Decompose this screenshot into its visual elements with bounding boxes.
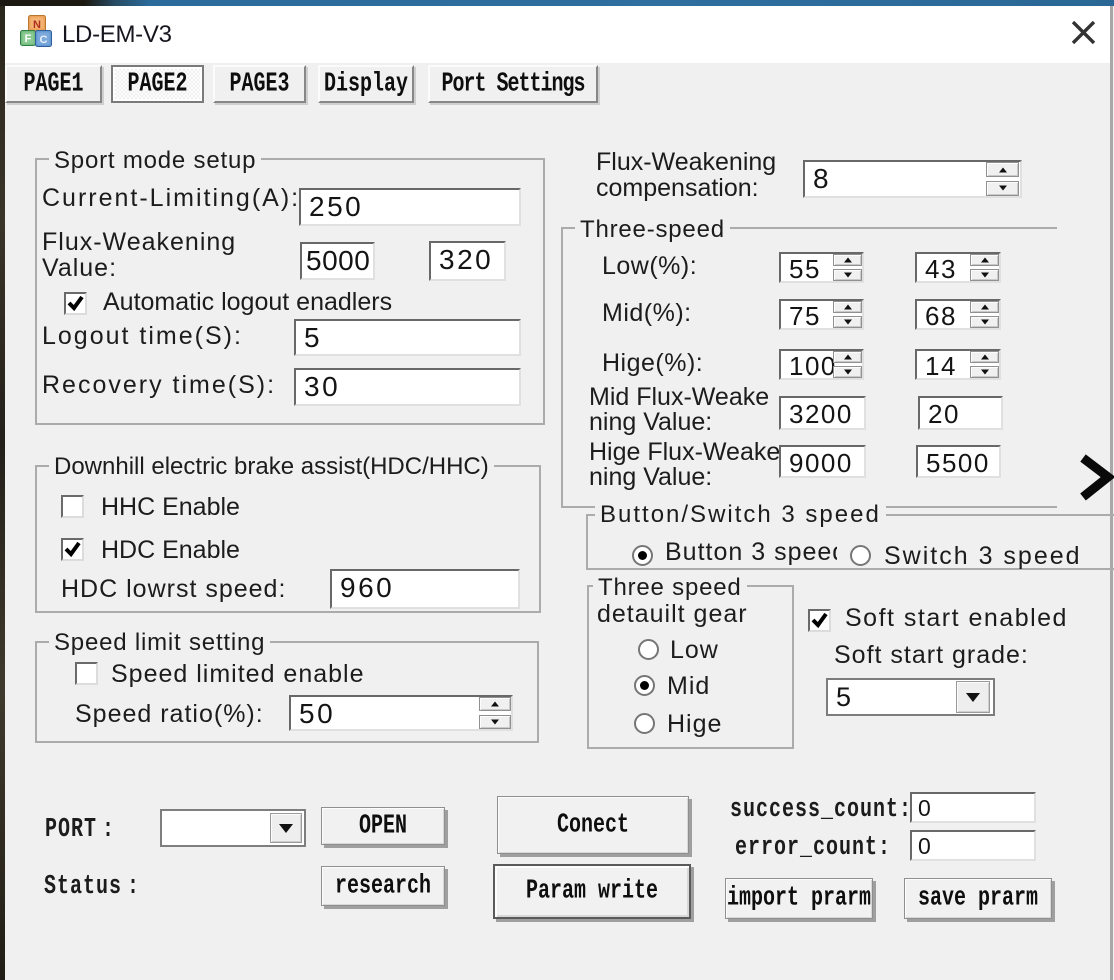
svg-text:C: C <box>40 34 48 46</box>
svg-text:F: F <box>25 33 32 45</box>
svg-text:N: N <box>33 19 41 31</box>
